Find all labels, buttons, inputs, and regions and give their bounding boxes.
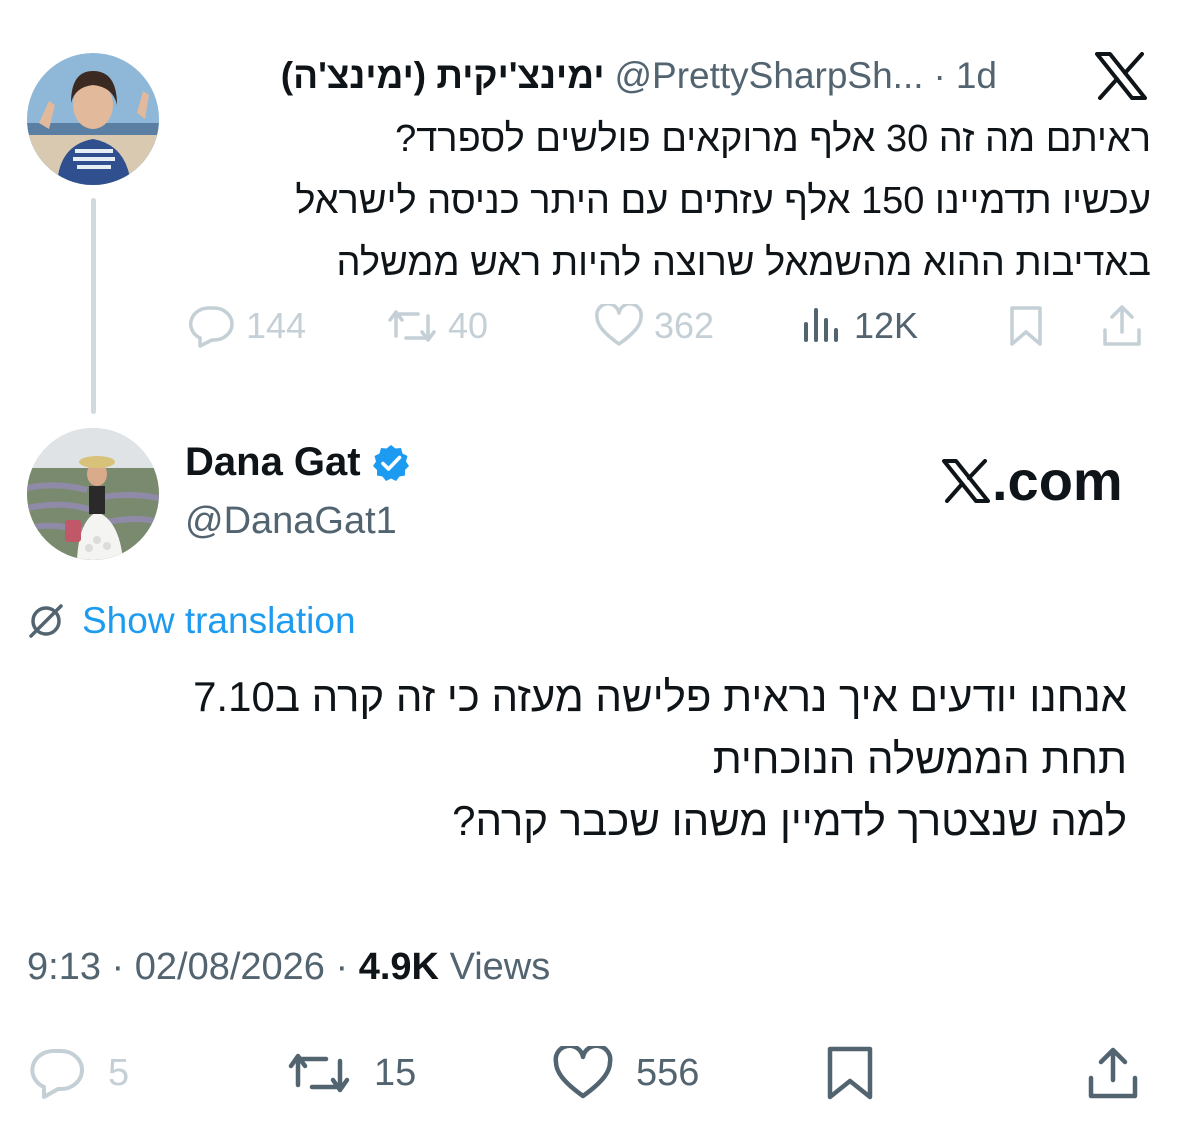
x-logo-icon[interactable] — [1095, 52, 1147, 100]
tweet-date[interactable]: 02/08/2026 — [135, 946, 325, 988]
show-translation-label[interactable]: Show translation — [82, 600, 356, 642]
main-tweet-text: אנחנו יודעים איך נראית פלישה מעזה כי זה … — [27, 666, 1127, 852]
x-com-text: .com — [992, 449, 1123, 512]
parent-share-button[interactable] — [1100, 300, 1144, 352]
parent-like-count: 362 — [654, 305, 715, 346]
parent-display-name[interactable]: ימינצ'יקית (ימינצ'ה) — [281, 55, 605, 97]
translate-icon — [26, 601, 66, 641]
parent-reply-button[interactable]: 144 — [186, 300, 306, 352]
reply-icon — [186, 304, 236, 348]
tweet-metadata: 9:13 · 02/08/2026 · 4.9K Views — [27, 946, 550, 989]
main-repost-count: 15 — [374, 1051, 417, 1094]
main-like-count: 556 — [636, 1051, 700, 1094]
parent-timestamp[interactable]: 1d — [956, 55, 997, 97]
parent-text-line: ראיתם מה זה 30 אלף מרוקאים פולשים לספרד? — [395, 118, 1151, 160]
repost-icon — [386, 304, 438, 348]
main-like-button[interactable]: 556 — [552, 1040, 699, 1106]
main-text-line: תחת הממשלה הנוכחית — [712, 735, 1127, 782]
main-author-name[interactable]: Dana Gat — [185, 440, 411, 485]
verified-badge-icon — [371, 443, 411, 483]
main-bookmark-button[interactable] — [824, 1040, 876, 1106]
main-avatar[interactable] — [27, 428, 159, 560]
parent-repost-count: 40 — [448, 305, 489, 346]
share-icon — [1100, 304, 1144, 348]
main-text-line: אנחנו יודעים איך נראית פלישה מעזה כי זה … — [193, 673, 1127, 720]
main-reply-button[interactable]: 5 — [28, 1040, 129, 1106]
x-logo-icon — [942, 458, 990, 503]
main-display-name[interactable]: Dana Gat — [185, 440, 361, 485]
parent-text-line: באדיבות ההוא מהשמאל שרוצה להיות ראש ממשל… — [336, 242, 1151, 284]
parent-views-count: 12K — [854, 305, 919, 346]
parent-separator: · — [933, 55, 946, 96]
bookmark-icon — [824, 1045, 876, 1101]
parent-views-button[interactable]: 12K — [800, 300, 918, 352]
show-translation-button[interactable]: Show translation — [26, 600, 356, 642]
views-count: 4.9K — [358, 946, 439, 988]
parent-action-bar: 144 40 362 12K — [0, 300, 1179, 352]
share-icon — [1086, 1046, 1140, 1100]
parent-like-button[interactable]: 362 — [594, 300, 714, 352]
reply-icon — [28, 1047, 86, 1099]
tweet-time[interactable]: 9:13 — [27, 946, 101, 988]
main-action-bar: 5 15 556 — [0, 1040, 1179, 1106]
main-reply-count: 5 — [108, 1051, 130, 1094]
main-text-line: למה שנצטרך לדמיין משהו שכבר קרה? — [452, 797, 1127, 844]
meta-separator: · — [111, 946, 125, 988]
meta-separator: · — [335, 946, 349, 988]
parent-bookmark-button[interactable] — [1004, 300, 1048, 352]
parent-text-line: עכשיו תדמיינו 150 אלף עזתים עם היתר כניס… — [295, 180, 1151, 222]
parent-avatar[interactable] — [27, 53, 159, 185]
x-com-logo: .com — [942, 448, 1123, 513]
parent-reply-count: 144 — [246, 305, 307, 346]
main-repost-button[interactable]: 15 — [286, 1040, 416, 1106]
parent-tweet-text: ראיתם מה זה 30 אלף מרוקאים פולשים לספרד?… — [251, 108, 1151, 294]
views-label: Views — [449, 946, 551, 988]
repost-icon — [286, 1047, 352, 1099]
parent-repost-button[interactable]: 40 — [386, 300, 488, 352]
parent-header: ימינצ'יקית (ימינצ'ה) @PrettySharpSh... ·… — [281, 52, 997, 100]
bookmark-icon — [1004, 304, 1048, 348]
main-handle[interactable]: @DanaGat1 — [185, 500, 397, 543]
main-share-button[interactable] — [1086, 1040, 1140, 1106]
like-icon — [552, 1046, 614, 1100]
like-icon — [594, 304, 644, 348]
parent-handle[interactable]: @PrettySharpSh... — [614, 55, 923, 97]
views-icon — [800, 304, 844, 348]
